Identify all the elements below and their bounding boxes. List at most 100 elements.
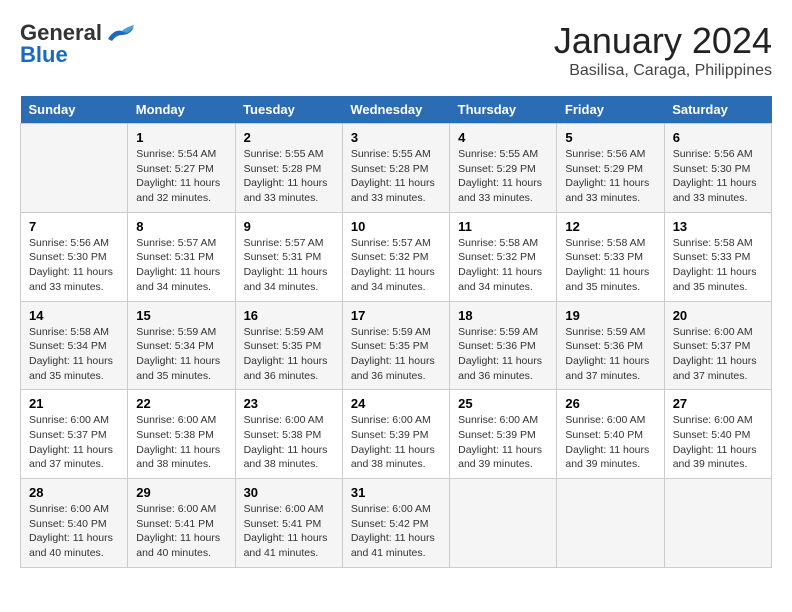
day-number: 27 bbox=[673, 396, 763, 411]
day-number: 1 bbox=[136, 130, 226, 145]
calendar-cell: 6Sunrise: 5:56 AM Sunset: 5:30 PM Daylig… bbox=[664, 124, 771, 213]
day-number: 30 bbox=[244, 485, 334, 500]
day-number: 23 bbox=[244, 396, 334, 411]
calendar-cell: 31 Sunrise: 6:00 AM Sunset: 5:42 PM Dayli… bbox=[342, 479, 449, 568]
day-number: 6 bbox=[673, 130, 763, 145]
day-number: 14 bbox=[29, 308, 119, 323]
calendar-cell: 20 Sunrise: 6:00 AM Sunset: 5:37 PM Dayli… bbox=[664, 301, 771, 390]
day-detail: Sunrise: 6:00 AM Sunset: 5:38 PM Dayligh… bbox=[136, 413, 226, 472]
calendar-header: SundayMondayTuesdayWednesdayThursdayFrid… bbox=[21, 96, 772, 124]
day-detail: Sunrise: 6:00 AM Sunset: 5:40 PM Dayligh… bbox=[29, 502, 119, 561]
calendar-cell: 16 Sunrise: 5:59 AM Sunset: 5:35 PM Dayli… bbox=[235, 301, 342, 390]
calendar-cell: 23 Sunrise: 6:00 AM Sunset: 5:38 PM Dayli… bbox=[235, 390, 342, 479]
calendar-cell: 11 Sunrise: 5:58 AM Sunset: 5:32 PM Dayli… bbox=[450, 212, 557, 301]
day-detail: Sunrise: 5:54 AM Sunset: 5:27 PM Dayligh… bbox=[136, 147, 226, 206]
calendar-cell: 2 Sunrise: 5:55 AM Sunset: 5:28 PM Daylig… bbox=[235, 124, 342, 213]
calendar-body: 1 Sunrise: 5:54 AM Sunset: 5:27 PM Daylig… bbox=[21, 124, 772, 568]
day-number: 8 bbox=[136, 219, 226, 234]
day-header-wednesday: Wednesday bbox=[342, 96, 449, 124]
day-detail: Sunrise: 6:00 AM Sunset: 5:41 PM Dayligh… bbox=[244, 502, 334, 561]
calendar-cell: 14 Sunrise: 5:58 AM Sunset: 5:34 PM Dayli… bbox=[21, 301, 128, 390]
day-number: 16 bbox=[244, 308, 334, 323]
month-title: January 2024 bbox=[554, 20, 772, 62]
calendar-cell bbox=[664, 479, 771, 568]
day-detail: Sunrise: 5:59 AM Sunset: 5:34 PM Dayligh… bbox=[136, 325, 226, 384]
day-header-tuesday: Tuesday bbox=[235, 96, 342, 124]
day-detail: Sunrise: 5:59 AM Sunset: 5:35 PM Dayligh… bbox=[351, 325, 441, 384]
calendar-cell: 10Sunrise: 5:57 AM Sunset: 5:32 PM Dayli… bbox=[342, 212, 449, 301]
day-detail: Sunrise: 5:58 AM Sunset: 5:33 PM Dayligh… bbox=[673, 236, 763, 295]
calendar-cell: 25Sunrise: 6:00 AM Sunset: 5:39 PM Dayli… bbox=[450, 390, 557, 479]
day-detail: Sunrise: 6:00 AM Sunset: 5:37 PM Dayligh… bbox=[29, 413, 119, 472]
day-number: 24 bbox=[351, 396, 441, 411]
day-detail: Sunrise: 6:00 AM Sunset: 5:38 PM Dayligh… bbox=[244, 413, 334, 472]
logo: General Blue bbox=[20, 20, 140, 68]
calendar-cell: 8 Sunrise: 5:57 AM Sunset: 5:31 PM Daylig… bbox=[128, 212, 235, 301]
day-number: 25 bbox=[458, 396, 548, 411]
day-detail: Sunrise: 5:58 AM Sunset: 5:34 PM Dayligh… bbox=[29, 325, 119, 384]
calendar-cell: 28 Sunrise: 6:00 AM Sunset: 5:40 PM Dayli… bbox=[21, 479, 128, 568]
day-detail: Sunrise: 6:00 AM Sunset: 5:37 PM Dayligh… bbox=[673, 325, 763, 384]
calendar-cell: 15 Sunrise: 5:59 AM Sunset: 5:34 PM Dayli… bbox=[128, 301, 235, 390]
calendar-cell: 17Sunrise: 5:59 AM Sunset: 5:35 PM Dayli… bbox=[342, 301, 449, 390]
day-number: 28 bbox=[29, 485, 119, 500]
calendar-table: SundayMondayTuesdayWednesdayThursdayFrid… bbox=[20, 96, 772, 568]
logo-blue: Blue bbox=[20, 42, 68, 68]
day-header-row: SundayMondayTuesdayWednesdayThursdayFrid… bbox=[21, 96, 772, 124]
day-number: 9 bbox=[244, 219, 334, 234]
calendar-cell: 27 Sunrise: 6:00 AM Sunset: 5:40 PM Dayli… bbox=[664, 390, 771, 479]
calendar-cell bbox=[557, 479, 664, 568]
day-detail: Sunrise: 6:00 AM Sunset: 5:39 PM Dayligh… bbox=[351, 413, 441, 472]
calendar-cell: 21Sunrise: 6:00 AM Sunset: 5:37 PM Dayli… bbox=[21, 390, 128, 479]
calendar-cell: 3Sunrise: 5:55 AM Sunset: 5:28 PM Daylig… bbox=[342, 124, 449, 213]
calendar-cell: 7Sunrise: 5:56 AM Sunset: 5:30 PM Daylig… bbox=[21, 212, 128, 301]
day-number: 13 bbox=[673, 219, 763, 234]
day-number: 5 bbox=[565, 130, 655, 145]
day-detail: Sunrise: 5:56 AM Sunset: 5:29 PM Dayligh… bbox=[565, 147, 655, 206]
day-detail: Sunrise: 5:58 AM Sunset: 5:33 PM Dayligh… bbox=[565, 236, 655, 295]
calendar-cell: 5 Sunrise: 5:56 AM Sunset: 5:29 PM Daylig… bbox=[557, 124, 664, 213]
calendar-cell: 18 Sunrise: 5:59 AM Sunset: 5:36 PM Dayli… bbox=[450, 301, 557, 390]
day-header-thursday: Thursday bbox=[450, 96, 557, 124]
calendar-week-4: 21Sunrise: 6:00 AM Sunset: 5:37 PM Dayli… bbox=[21, 390, 772, 479]
calendar-cell: 26Sunrise: 6:00 AM Sunset: 5:40 PM Dayli… bbox=[557, 390, 664, 479]
day-number: 15 bbox=[136, 308, 226, 323]
day-detail: Sunrise: 5:57 AM Sunset: 5:31 PM Dayligh… bbox=[244, 236, 334, 295]
day-detail: Sunrise: 6:00 AM Sunset: 5:40 PM Dayligh… bbox=[673, 413, 763, 472]
day-number: 3 bbox=[351, 130, 441, 145]
day-detail: Sunrise: 5:57 AM Sunset: 5:31 PM Dayligh… bbox=[136, 236, 226, 295]
calendar-week-2: 7Sunrise: 5:56 AM Sunset: 5:30 PM Daylig… bbox=[21, 212, 772, 301]
calendar-cell bbox=[450, 479, 557, 568]
day-detail: Sunrise: 5:55 AM Sunset: 5:28 PM Dayligh… bbox=[244, 147, 334, 206]
day-number: 11 bbox=[458, 219, 548, 234]
day-number: 19 bbox=[565, 308, 655, 323]
day-header-friday: Friday bbox=[557, 96, 664, 124]
calendar-week-1: 1 Sunrise: 5:54 AM Sunset: 5:27 PM Daylig… bbox=[21, 124, 772, 213]
calendar-week-3: 14 Sunrise: 5:58 AM Sunset: 5:34 PM Dayli… bbox=[21, 301, 772, 390]
calendar-cell: 4Sunrise: 5:55 AM Sunset: 5:29 PM Daylig… bbox=[450, 124, 557, 213]
day-number: 18 bbox=[458, 308, 548, 323]
day-detail: Sunrise: 6:00 AM Sunset: 5:42 PM Dayligh… bbox=[351, 502, 441, 561]
calendar-cell: 29Sunrise: 6:00 AM Sunset: 5:41 PM Dayli… bbox=[128, 479, 235, 568]
day-header-monday: Monday bbox=[128, 96, 235, 124]
day-number: 31 bbox=[351, 485, 441, 500]
day-detail: Sunrise: 5:55 AM Sunset: 5:29 PM Dayligh… bbox=[458, 147, 548, 206]
calendar-week-5: 28 Sunrise: 6:00 AM Sunset: 5:40 PM Dayli… bbox=[21, 479, 772, 568]
page-header: General Blue January 2024 Basilisa, Cara… bbox=[20, 20, 772, 80]
day-detail: Sunrise: 5:59 AM Sunset: 5:35 PM Dayligh… bbox=[244, 325, 334, 384]
day-detail: Sunrise: 5:59 AM Sunset: 5:36 PM Dayligh… bbox=[565, 325, 655, 384]
calendar-cell: 24 Sunrise: 6:00 AM Sunset: 5:39 PM Dayli… bbox=[342, 390, 449, 479]
day-number: 22 bbox=[136, 396, 226, 411]
logo-bird-icon bbox=[104, 21, 140, 45]
day-detail: Sunrise: 5:59 AM Sunset: 5:36 PM Dayligh… bbox=[458, 325, 548, 384]
day-number: 20 bbox=[673, 308, 763, 323]
day-number: 12 bbox=[565, 219, 655, 234]
day-detail: Sunrise: 5:58 AM Sunset: 5:32 PM Dayligh… bbox=[458, 236, 548, 295]
day-number: 26 bbox=[565, 396, 655, 411]
day-detail: Sunrise: 6:00 AM Sunset: 5:41 PM Dayligh… bbox=[136, 502, 226, 561]
calendar-cell: 1 Sunrise: 5:54 AM Sunset: 5:27 PM Daylig… bbox=[128, 124, 235, 213]
calendar-cell: 22 Sunrise: 6:00 AM Sunset: 5:38 PM Dayli… bbox=[128, 390, 235, 479]
calendar-cell: 12 Sunrise: 5:58 AM Sunset: 5:33 PM Dayli… bbox=[557, 212, 664, 301]
day-detail: Sunrise: 5:57 AM Sunset: 5:32 PM Dayligh… bbox=[351, 236, 441, 295]
day-number: 2 bbox=[244, 130, 334, 145]
